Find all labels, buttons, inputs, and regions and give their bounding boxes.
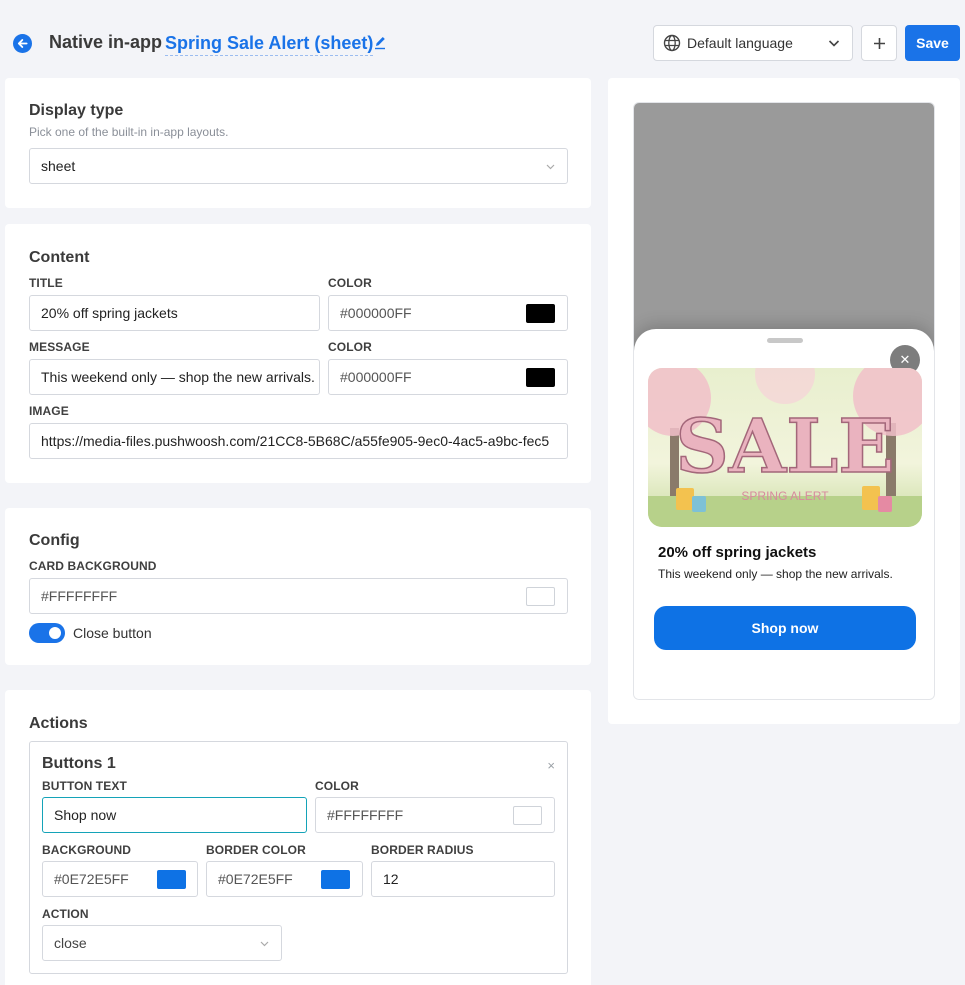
- image-url-value: https://media-files.pushwoosh.com/21CC8-…: [41, 433, 550, 449]
- button-1-card: Buttons 1 × BUTTON TEXT Shop now COLOR #…: [29, 741, 568, 974]
- banner-sale-text: SALE: [675, 404, 894, 490]
- pencil-icon[interactable]: [373, 34, 387, 50]
- button-text-label: BUTTON TEXT: [42, 779, 127, 793]
- sale-banner-image: SALE SPRING ALERT: [648, 368, 922, 527]
- language-select[interactable]: Default language: [653, 25, 853, 61]
- message-color-label: COLOR: [328, 340, 372, 354]
- title-color-input[interactable]: #000000FF: [328, 295, 568, 331]
- button-background-input[interactable]: #0E72E5FF: [42, 861, 198, 897]
- preview-shop-button[interactable]: Shop now: [654, 606, 916, 650]
- message-color-input[interactable]: #000000FF: [328, 359, 568, 395]
- inapp-name-title[interactable]: Spring Sale Alert (sheet): [165, 33, 374, 56]
- action-select-value: close: [54, 935, 87, 951]
- remove-button-icon[interactable]: ×: [547, 758, 555, 773]
- button-background-swatch[interactable]: [157, 870, 186, 889]
- card-background-label: CARD BACKGROUND: [29, 559, 157, 573]
- banner-subtext: SPRING ALERT: [741, 489, 829, 503]
- preview-message: This weekend only — shop the new arrival…: [658, 567, 893, 581]
- display-type-heading: Display type: [29, 102, 124, 119]
- message-label: MESSAGE: [29, 340, 90, 354]
- card-background-swatch[interactable]: [526, 587, 555, 606]
- border-radius-input[interactable]: 12: [371, 861, 555, 897]
- title-color-swatch[interactable]: [526, 304, 555, 323]
- close-button-label: Close button: [73, 625, 152, 641]
- button-1-heading: Buttons 1: [42, 755, 116, 772]
- actions-heading: Actions: [29, 715, 88, 732]
- message-input-value: This weekend only — shop the new arrival…: [41, 369, 315, 385]
- content-heading: Content: [29, 249, 90, 266]
- title-color-label: COLOR: [328, 276, 372, 290]
- config-card: Config CARD BACKGROUND #FFFFFFFF Close b…: [5, 508, 591, 665]
- button-background-label: BACKGROUND: [42, 843, 131, 857]
- sheet-grabber[interactable]: [767, 338, 803, 343]
- button-text-input[interactable]: Shop now: [42, 797, 307, 833]
- chevron-down-icon: [546, 164, 555, 170]
- button-background-value: #0E72E5FF: [54, 871, 129, 887]
- close-glyph: ✕: [899, 352, 911, 367]
- plus-icon: [873, 37, 885, 49]
- arrow-left-icon: [17, 39, 28, 48]
- display-type-card: Display type Pick one of the built-in in…: [5, 78, 591, 208]
- page-section-label: Native in-app: [49, 32, 163, 52]
- button-text-value: Shop now: [54, 807, 117, 823]
- message-color-value: #000000FF: [340, 369, 412, 385]
- border-radius-value: 12: [383, 871, 399, 887]
- card-background-value: #FFFFFFFF: [41, 588, 118, 604]
- add-language-button[interactable]: [861, 25, 897, 61]
- border-radius-label: BORDER RADIUS: [371, 843, 474, 857]
- close-button-toggle[interactable]: [29, 623, 65, 643]
- backdrop-overlay: [634, 103, 934, 363]
- toggle-knob: [49, 627, 61, 639]
- image-label: IMAGE: [29, 404, 69, 418]
- title-label: TITLE: [29, 276, 63, 290]
- language-select-value: Default language: [687, 35, 793, 51]
- button-color-value: #FFFFFFFF: [327, 807, 404, 823]
- title-color-value: #000000FF: [340, 305, 412, 321]
- globe-icon: [663, 34, 681, 52]
- border-color-label: BORDER COLOR: [206, 843, 306, 857]
- message-color-swatch[interactable]: [526, 368, 555, 387]
- button-color-swatch[interactable]: [513, 806, 542, 825]
- config-heading: Config: [29, 532, 80, 549]
- border-color-swatch[interactable]: [321, 870, 350, 889]
- image-url-input[interactable]: https://media-files.pushwoosh.com/21CC8-…: [29, 423, 568, 459]
- inapp-sheet: ✕ SALE SPRING ALERT 20% off spring jacke…: [634, 329, 934, 699]
- action-select[interactable]: close: [42, 925, 282, 961]
- display-type-hint: Pick one of the built-in in-app layouts.: [29, 125, 229, 139]
- action-label: ACTION: [42, 907, 89, 921]
- chevron-down-icon: [260, 941, 269, 947]
- back-button[interactable]: [13, 34, 32, 53]
- button-color-input[interactable]: #FFFFFFFF: [315, 797, 555, 833]
- preview-title: 20% off spring jackets: [658, 544, 817, 561]
- message-input[interactable]: This weekend only — shop the new arrival…: [29, 359, 320, 395]
- title-input[interactable]: 20% off spring jackets: [29, 295, 320, 331]
- title-input-value: 20% off spring jackets: [41, 305, 178, 321]
- button-color-label: COLOR: [315, 779, 359, 793]
- content-card: Content TITLE 20% off spring jackets COL…: [5, 224, 591, 483]
- sale-banner-illustration: SALE SPRING ALERT: [648, 368, 922, 527]
- page-header: Native in-app Spring Sale Alert (sheet) …: [0, 0, 965, 86]
- save-button[interactable]: Save: [905, 25, 960, 61]
- chevron-down-icon: [828, 40, 840, 47]
- preview-panel: ✕ SALE SPRING ALERT 20% off spring jacke…: [608, 78, 960, 724]
- display-type-select[interactable]: sheet: [29, 148, 568, 184]
- phone-preview: ✕ SALE SPRING ALERT 20% off spring jacke…: [633, 102, 935, 700]
- card-background-input[interactable]: #FFFFFFFF: [29, 578, 568, 614]
- actions-card: Actions Buttons 1 × BUTTON TEXT Shop now…: [5, 690, 591, 985]
- display-type-value: sheet: [41, 158, 76, 174]
- border-color-value: #0E72E5FF: [218, 871, 293, 887]
- border-color-input[interactable]: #0E72E5FF: [206, 861, 363, 897]
